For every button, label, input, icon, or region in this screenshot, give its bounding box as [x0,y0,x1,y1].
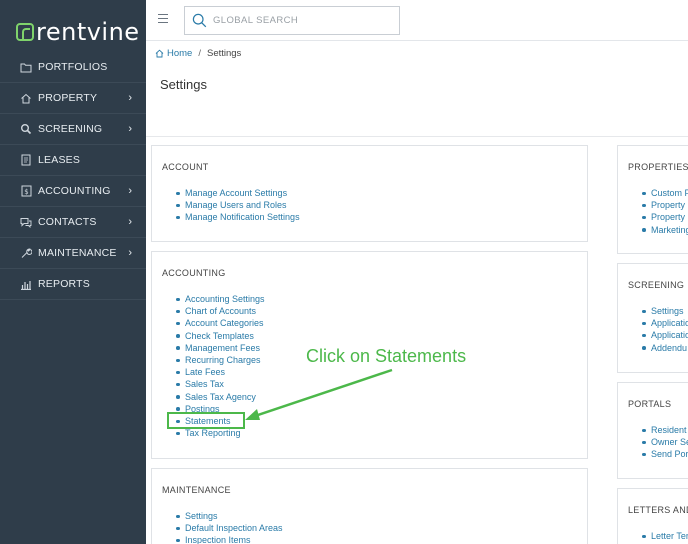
statements-highlight-box [167,412,245,429]
link-manage-notification-settings[interactable]: Manage Notification Settings [176,211,300,223]
card-title: LETTERS AND I [628,505,688,515]
portals-card: PORTALS Resident Owner Se Send Por [617,382,688,479]
screening-card: SCREENING Settings Applicatio Applicatio… [617,263,688,373]
link-chart-of-accounts[interactable]: Chart of Accounts [176,305,265,317]
link-manage-users-roles[interactable]: Manage Users and Roles [176,199,300,211]
sidebar-item-label: PORTFOLIOS [38,61,108,73]
chevron-right-icon: › [128,247,132,259]
sidebar-item-label: PROPERTY [38,92,98,104]
page-title: Settings [160,77,207,92]
link-application-a[interactable]: Applicatio [642,317,688,329]
link-list: Custom F Property Property Marketing [642,187,688,236]
breadcrumb-separator: / [198,48,201,59]
link-inspection-items[interactable]: Inspection Items [176,534,283,544]
chevron-right-icon: › [128,92,132,104]
folder-icon [20,61,32,73]
sidebar-item-portfolios[interactable]: PORTFOLIOS [0,52,146,83]
link-marketing[interactable]: Marketing [642,224,688,236]
link-resident[interactable]: Resident [642,424,688,436]
annotation-label: Click on Statements [306,346,467,366]
global-search[interactable] [184,6,400,35]
sidebar-nav: PORTFOLIOS PROPERTY › SCREENING › LEASES… [0,52,146,300]
link-letter-templates[interactable]: Letter Ter [642,530,688,542]
card-title: SCREENING [628,280,685,290]
link-tax-reporting[interactable]: Tax Reporting [176,427,265,439]
link-list: Resident Owner Se Send Por [642,424,688,461]
wrench-icon [20,247,32,259]
chevron-right-icon: › [128,185,132,197]
link-management-fees[interactable]: Management Fees [176,342,265,354]
sidebar: rentvine PORTFOLIOS PROPERTY › SCREENING… [0,0,146,544]
breadcrumb-current: Settings [206,48,242,59]
link-list: Manage Account Settings Manage Users and… [176,187,300,224]
sidebar-item-label: SCREENING [38,123,103,135]
chevron-right-icon: › [128,216,132,228]
maintenance-card: MAINTENANCE Settings Default Inspection … [151,468,588,544]
sidebar-item-label: CONTACTS [38,216,97,228]
top-bar [146,0,688,41]
properties-card: PROPERTIES & Custom F Property Property … [617,145,688,254]
annotation-arrow-icon [245,368,393,420]
logo-mark-icon [16,23,34,41]
link-application-b[interactable]: Applicatio [642,329,688,341]
link-list: Settings Applicatio Applicatio Addendu [642,305,688,354]
link-owner[interactable]: Owner Se [642,436,688,448]
breadcrumb-home[interactable]: Home [155,48,192,59]
sidebar-item-maintenance[interactable]: MAINTENANCE › [0,238,146,269]
link-manage-account-settings[interactable]: Manage Account Settings [176,187,300,199]
link-property-b[interactable]: Property [642,211,688,223]
link-send-portal[interactable]: Send Por [642,448,688,460]
sidebar-item-label: MAINTENANCE [38,247,117,259]
sidebar-item-accounting[interactable]: $ ACCOUNTING › [0,176,146,207]
bar-chart-icon [20,278,32,290]
home-icon [20,92,32,104]
breadcrumb-home-label: Home [167,48,193,59]
account-card: ACCOUNT Manage Account Settings Manage U… [151,145,588,242]
link-check-templates[interactable]: Check Templates [176,330,265,342]
card-title: ACCOUNTING [162,268,226,278]
header-divider [146,136,688,137]
document-icon [20,154,32,166]
home-icon [155,49,164,58]
chevron-right-icon: › [128,123,132,135]
sidebar-item-property[interactable]: PROPERTY › [0,83,146,114]
letters-card: LETTERS AND I Letter Ter [617,488,688,544]
breadcrumb: Home / Settings [155,48,241,59]
sidebar-item-reports[interactable]: REPORTS [0,269,146,300]
search-icon [192,13,207,28]
sidebar-item-leases[interactable]: LEASES [0,145,146,176]
link-default-inspection-areas[interactable]: Default Inspection Areas [176,522,283,534]
chat-icon [20,216,32,228]
link-maintenance-settings[interactable]: Settings [176,510,283,522]
link-list: Settings Default Inspection Areas Inspec… [176,510,283,544]
link-accounting-settings[interactable]: Accounting Settings [176,293,265,305]
magnify-icon [20,123,32,135]
logo-text: rentvine [36,18,140,46]
link-property-a[interactable]: Property [642,199,688,211]
card-title: PROPERTIES & [628,162,688,172]
card-title: PORTALS [628,399,672,409]
link-account-categories[interactable]: Account Categories [176,317,265,329]
hamburger-menu-icon[interactable] [158,14,168,24]
rentvine-logo[interactable]: rentvine [16,18,140,46]
search-input[interactable] [213,15,393,26]
card-title: ACCOUNT [162,162,209,172]
card-title: MAINTENANCE [162,485,231,495]
link-list: Letter Ter [642,530,688,542]
link-screening-settings[interactable]: Settings [642,305,688,317]
sidebar-item-label: LEASES [38,154,81,166]
ledger-icon: $ [20,185,32,197]
sidebar-item-label: ACCOUNTING [38,185,111,197]
link-addendum[interactable]: Addendu [642,342,688,354]
sidebar-item-contacts[interactable]: CONTACTS › [0,207,146,238]
svg-text:$: $ [24,188,28,196]
link-custom-fields[interactable]: Custom F [642,187,688,199]
sidebar-item-screening[interactable]: SCREENING › [0,114,146,145]
sidebar-item-label: REPORTS [38,278,90,290]
